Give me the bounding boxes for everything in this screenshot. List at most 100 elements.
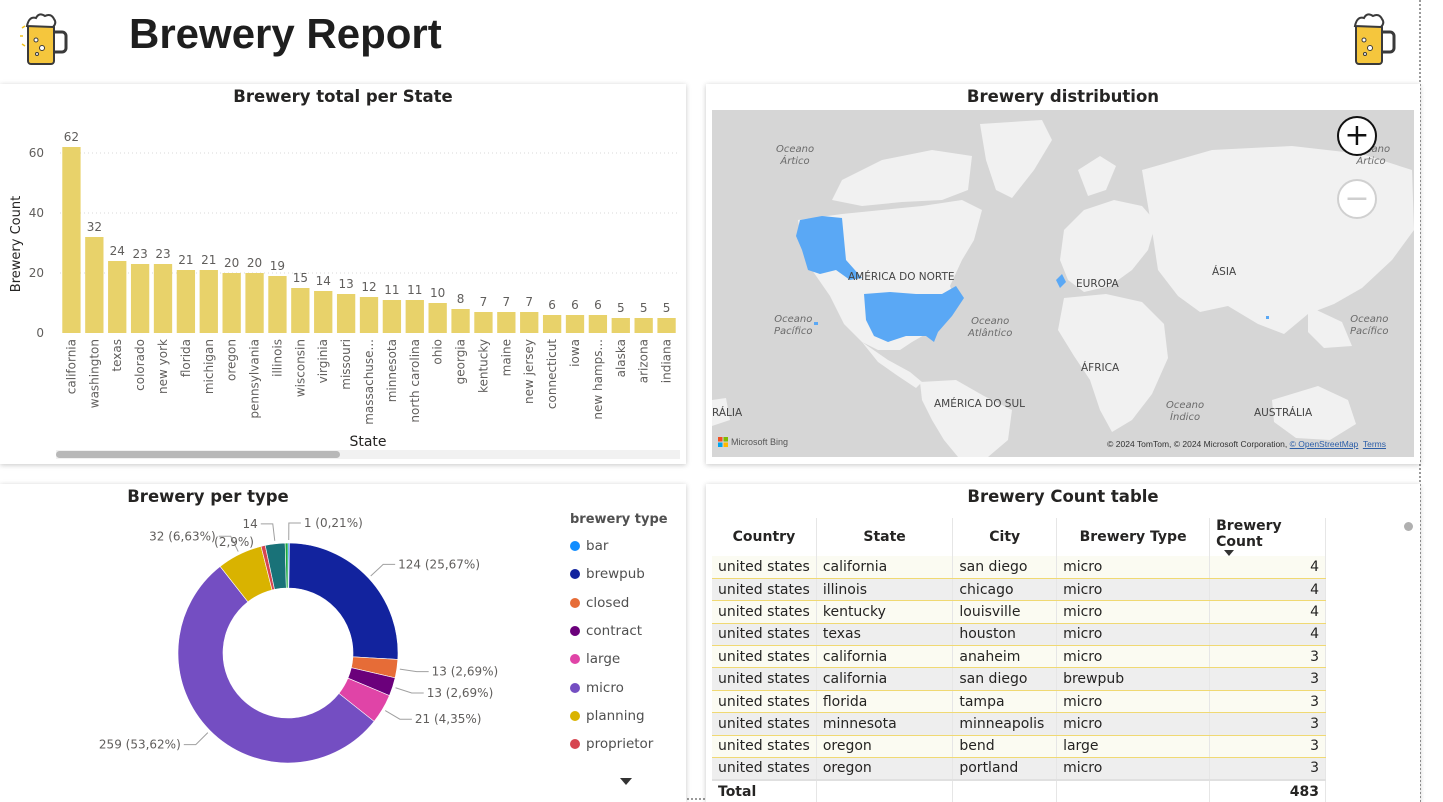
legend-label: brewpub: [586, 566, 645, 583]
table-cell: 4: [1209, 600, 1326, 624]
column-header-city[interactable]: City: [952, 518, 1058, 556]
bar-data-label: 15: [293, 271, 308, 285]
legend-item-large[interactable]: large: [570, 651, 620, 667]
table-cell: bend: [952, 735, 1058, 759]
legend-item-closed[interactable]: closed: [570, 595, 629, 611]
horizontal-scrollbar-track[interactable]: [56, 450, 680, 459]
bar[interactable]: [359, 297, 379, 333]
map-label-north-america: AMÉRICA DO NORTE: [848, 271, 955, 283]
total-label: Total: [712, 778, 817, 802]
map-label-pacific-ocean: Oceano Pacífico: [774, 314, 813, 337]
table-card[interactable]: Brewery Count table Country State City B…: [706, 484, 1420, 802]
table-row[interactable]: united states california anaheim micro 3: [712, 645, 1326, 669]
x-tick-label: arizona: [637, 339, 651, 383]
x-tick-label: texas: [110, 339, 124, 372]
table-row[interactable]: united states california san diego micro 4: [712, 556, 1326, 579]
legend-label: contract: [586, 622, 643, 639]
bar[interactable]: [565, 315, 585, 333]
bar[interactable]: [405, 300, 424, 333]
bar[interactable]: [474, 312, 493, 333]
openstreetmap-link[interactable]: © OpenStreetMap: [1290, 439, 1359, 449]
table-row[interactable]: united states kentucky louisville micro 4: [712, 600, 1326, 624]
column-header-brewery-count[interactable]: Brewery Count: [1209, 518, 1326, 556]
legend-dot: [570, 739, 580, 750]
bar-chart-card[interactable]: Brewery total per State 0 20 40 60 Brewery C…: [0, 84, 686, 464]
legend-label: large: [586, 651, 621, 668]
bar[interactable]: [634, 318, 653, 333]
legend-item-planning[interactable]: planning: [570, 708, 645, 724]
bar[interactable]: [336, 294, 356, 333]
table-row[interactable]: united states california san diego brewpub 3: [712, 667, 1326, 691]
bar[interactable]: [588, 315, 608, 333]
legend-item-micro[interactable]: micro: [570, 680, 624, 696]
bar[interactable]: [153, 264, 173, 333]
world-map[interactable]: AMÉRICA DO NORTE AMÉRICA DO SUL EUROPA Á…: [712, 110, 1414, 457]
table-row[interactable]: united states illinois chicago micro 4: [712, 578, 1326, 602]
map-card[interactable]: Brewery distribution AMÉRICA DO NORTE AM…: [706, 84, 1420, 464]
x-axis-title: State: [349, 434, 386, 450]
donut-slice-brewpub[interactable]: [288, 542, 399, 660]
table-cell: san diego: [952, 556, 1058, 579]
column-header-state[interactable]: State: [816, 518, 954, 556]
donut-chart-card[interactable]: Brewery per type 1 (0,21%) 124 (25,67%) 13…: [0, 484, 686, 802]
leader-line: [260, 523, 276, 541]
bar-data-label: 19: [270, 259, 285, 273]
column-header-country[interactable]: Country: [712, 518, 817, 556]
bar[interactable]: [108, 261, 127, 333]
bar[interactable]: [497, 312, 516, 333]
table-cell: micro: [1056, 556, 1211, 579]
leader-line: [183, 732, 209, 746]
legend-item-bar[interactable]: bar: [570, 538, 608, 554]
bar[interactable]: [176, 270, 196, 333]
legend-item-contract[interactable]: contract: [570, 623, 642, 639]
bar[interactable]: [382, 300, 402, 333]
table-row[interactable]: united states minnesota minneapolis micro 3: [712, 712, 1326, 736]
bar[interactable]: [451, 309, 470, 333]
y-tick-label: 20: [29, 266, 44, 280]
x-tick-label: georgia: [454, 339, 468, 384]
table-row[interactable]: united states oregon bend large 3: [712, 735, 1326, 759]
bar[interactable]: [130, 264, 150, 333]
x-tick-label: new york: [156, 339, 170, 394]
terms-link[interactable]: Terms: [1363, 439, 1386, 449]
bar[interactable]: [611, 318, 630, 333]
table-row[interactable]: united states florida tampa micro 3: [712, 690, 1326, 714]
bar[interactable]: [268, 276, 287, 333]
legend-scroll-down-icon[interactable]: [620, 778, 632, 785]
legend-item-proprietor[interactable]: proprietor: [570, 736, 653, 752]
bar[interactable]: [62, 147, 81, 333]
legend-item-brewpub[interactable]: brewpub: [570, 566, 645, 582]
table-cell: 4: [1209, 578, 1326, 602]
bar[interactable]: [520, 312, 539, 333]
table-cell: 3: [1209, 667, 1326, 691]
legend-label: closed: [586, 594, 630, 611]
bar[interactable]: [657, 318, 676, 333]
map-copyright: © 2024 TomTom, © 2024 Microsoft Corporat…: [1107, 439, 1386, 449]
bar-data-label: 21: [201, 253, 216, 267]
table-cell: louisville: [952, 600, 1058, 624]
bar[interactable]: [245, 273, 264, 333]
table-row[interactable]: united states oregon portland micro 3: [712, 757, 1326, 781]
horizontal-scrollbar-thumb[interactable]: [56, 451, 340, 458]
bar-data-label: 12: [361, 280, 376, 294]
bing-label: Microsoft Bing: [731, 437, 789, 447]
bar[interactable]: [199, 270, 218, 333]
zoom-out-button[interactable]: −: [1337, 179, 1377, 219]
x-tick-label: new jersey: [522, 339, 536, 404]
x-tick-label: washington: [87, 339, 101, 408]
bar[interactable]: [291, 288, 310, 333]
table-cell: tampa: [952, 690, 1058, 714]
donut-chart: 1 (0,21%) 124 (25,67%) 13 (2,69%) 13 (2,69%…: [99, 516, 498, 764]
column-header-brewery-type[interactable]: Brewery Type: [1056, 518, 1211, 556]
bar[interactable]: [428, 303, 447, 333]
bar[interactable]: [542, 315, 562, 333]
bar[interactable]: [222, 273, 241, 333]
zoom-in-button[interactable]: +: [1337, 116, 1377, 156]
table-row[interactable]: united states texas houston micro 4: [712, 623, 1326, 647]
table-cell: brewpub: [1056, 667, 1211, 691]
bar[interactable]: [314, 291, 333, 333]
map-label-asia: ÁSIA: [1212, 266, 1237, 278]
x-tick-label: wisconsin: [293, 339, 307, 397]
bar[interactable]: [85, 237, 104, 333]
vertical-scrollbar[interactable]: [1404, 522, 1413, 531]
